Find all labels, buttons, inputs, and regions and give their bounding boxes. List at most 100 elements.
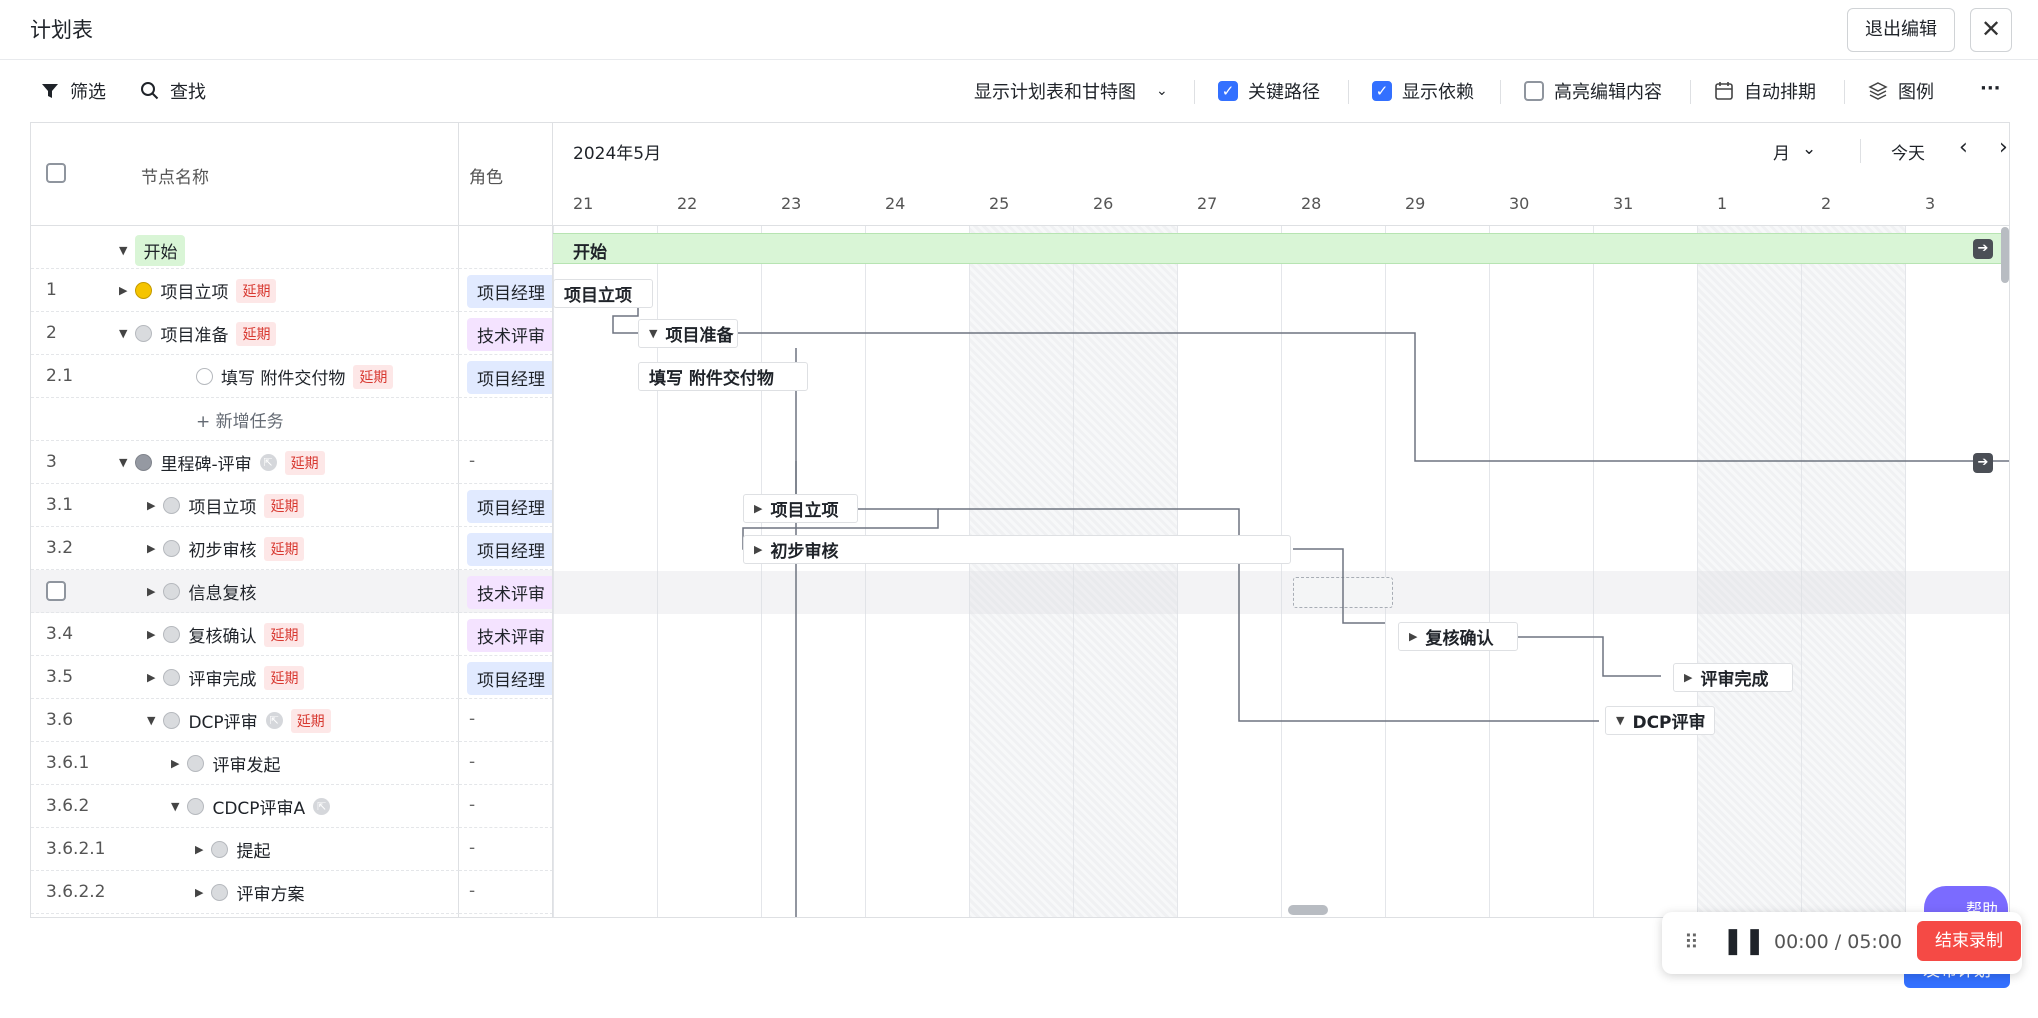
node-name[interactable]: 评审完成 (188, 665, 256, 690)
caret-right-icon[interactable]: ▶ (147, 585, 155, 598)
role-cell[interactable]: - (459, 699, 552, 742)
caret-right-icon[interactable]: ▶ (754, 502, 762, 515)
add-task-button[interactable]: + 新增任务 (196, 407, 284, 432)
gantt-bar-recheck-confirm[interactable]: ▶ 复核确认 (1398, 622, 1518, 651)
gantt-bar-fill-attachment[interactable]: 填写 附件交付物 (638, 362, 808, 391)
caret-right-icon[interactable]: ▶ (147, 628, 155, 641)
table-row[interactable]: 3.6.1 ▶ 评审发起 (31, 742, 459, 785)
end-recording-button[interactable]: 结束录制 (1917, 921, 2021, 961)
role-cell[interactable]: - (459, 785, 552, 828)
find-button[interactable]: 查找 (140, 78, 206, 104)
node-name[interactable]: 里程碑-评审 (160, 450, 251, 475)
role-cell[interactable] (459, 226, 552, 269)
caret-right-icon[interactable]: ▶ (171, 757, 179, 770)
role-cell[interactable]: 技术评审 (459, 613, 552, 656)
table-row[interactable]: 3.6.2.1 ▶ 提起 (31, 828, 459, 871)
node-name[interactable]: 提起 (236, 837, 270, 862)
critical-path-check[interactable]: ✓ (1218, 81, 1238, 101)
caret-down-icon[interactable]: ▼ (147, 714, 155, 727)
caret-down-icon[interactable]: ▼ (171, 800, 179, 813)
legend-button[interactable]: 图例 (1868, 78, 1934, 104)
role-cell[interactable]: 技术评审 (459, 312, 552, 355)
caret-down-icon[interactable]: ▼ (119, 244, 127, 257)
node-name[interactable]: 项目准备 (160, 321, 228, 346)
drag-handle-icon[interactable]: ⠿ (1684, 930, 1699, 954)
vertical-scrollbar[interactable] (2001, 227, 2009, 283)
node-name[interactable]: CDCP评审A (212, 794, 305, 819)
table-row[interactable]: 2 ▼ 项目准备 延期 (31, 312, 459, 355)
role-cell[interactable]: 技术评审 (459, 570, 552, 613)
node-name[interactable]: 初步审核 (188, 536, 256, 561)
role-cell[interactable]: 项目经理 (459, 527, 552, 570)
node-name[interactable]: 评审方案 (236, 880, 304, 905)
role-cell[interactable]: - (459, 828, 552, 871)
table-row[interactable]: 3.6 ▼ DCP评审 ⇱ 延期 (31, 699, 459, 742)
caret-right-icon[interactable]: ▶ (147, 499, 155, 512)
caret-right-icon[interactable]: ▶ (754, 543, 762, 556)
gantt-bar-project-init[interactable]: 项目立项 (553, 279, 653, 308)
gantt-bar-preliminary-review[interactable]: ▶ 初步审核 (743, 535, 1291, 564)
table-row[interactable]: 3.2 ▶ 初步审核 延期 (31, 527, 459, 570)
exit-edit-button[interactable]: 退出编辑 (1847, 8, 1955, 52)
more-button[interactable]: ··· (1980, 78, 2001, 99)
node-name[interactable]: 项目立项 (188, 493, 256, 518)
arrow-right-icon[interactable]: ➔ (1973, 453, 1993, 473)
node-name[interactable]: 填写 附件交付物 (221, 364, 345, 389)
filter-button[interactable]: 筛选 (40, 78, 106, 104)
show-deps-checkbox[interactable]: ✓ 显示依赖 (1372, 78, 1474, 104)
role-cell[interactable]: - (459, 871, 552, 914)
role-cell[interactable]: - (459, 742, 552, 785)
table-row[interactable]: 3.5 ▶ 评审完成 延期 (31, 656, 459, 699)
caret-down-icon[interactable]: ▼ (119, 456, 127, 469)
table-row[interactable]: 3.6.2 ▼ CDCP评审A ⇱ (31, 785, 459, 828)
node-name[interactable]: 评审发起 (212, 751, 280, 776)
caret-down-icon[interactable]: ▼ (649, 327, 657, 340)
close-icon[interactable]: ✕ (1970, 8, 2012, 52)
gantt-bar-review-init[interactable]: ▶ 项目立项 (743, 494, 858, 523)
table-row[interactable]: 3.4 ▶ 复核确认 延期 (31, 613, 459, 656)
role-cell[interactable] (459, 398, 552, 441)
auto-schedule-button[interactable]: 自动排期 (1714, 78, 1816, 104)
role-cell[interactable]: 项目经理 (459, 355, 552, 398)
share-icon[interactable]: ⇱ (259, 454, 277, 471)
caret-right-icon[interactable]: ▶ (1409, 630, 1417, 643)
caret-right-icon[interactable]: ▶ (119, 284, 127, 297)
caret-right-icon[interactable]: ▶ (195, 843, 203, 856)
gantt-bar-review-done[interactable]: ▶ 评审完成 (1673, 663, 1793, 692)
node-name[interactable]: 复核确认 (188, 622, 256, 647)
caret-down-icon[interactable]: ▼ (119, 327, 127, 340)
share-icon[interactable]: ⇱ (265, 712, 283, 729)
table-row[interactable]: ▶ 信息复核 (31, 570, 459, 613)
node-name[interactable]: DCP评审 (188, 708, 257, 733)
show-deps-check[interactable]: ✓ (1372, 81, 1392, 101)
critical-path-checkbox[interactable]: ✓ 关键路径 (1218, 78, 1320, 104)
horizontal-scrollbar[interactable] (1288, 905, 1328, 915)
role-cell[interactable]: 项目经理 (459, 484, 552, 527)
gantt-bar-dcp-review[interactable]: ▼ DCP评审 (1605, 706, 1715, 735)
select-all-checkbox[interactable] (46, 163, 66, 183)
table-row[interactable]: 3.1 ▶ 项目立项 延期 (31, 484, 459, 527)
role-cell[interactable]: 项目经理 (459, 656, 552, 699)
node-name[interactable]: 项目立项 (160, 278, 228, 303)
caret-down-icon[interactable]: ▼ (1616, 714, 1624, 727)
table-row[interactable]: 2.1 填写 附件交付物 延期 (31, 355, 459, 398)
table-row[interactable]: 1 ▶ 项目立项 延期 (31, 269, 459, 312)
row-checkbox[interactable] (46, 581, 66, 601)
role-cell[interactable]: 项目经理 (459, 269, 552, 312)
role-cell[interactable]: - (459, 441, 552, 484)
table-row[interactable]: + 新增任务 (31, 398, 459, 441)
table-row[interactable]: 3.6.2.2 ▶ 评审方案 (31, 871, 459, 914)
pause-icon[interactable]: ❚❚ (1722, 926, 1766, 956)
gantt-bar-project-prep[interactable]: ▼ 项目准备 (638, 319, 738, 348)
table-row[interactable]: ▼ 开始 (31, 226, 459, 269)
caret-right-icon[interactable]: ▶ (147, 542, 155, 555)
table-row[interactable]: 3 ▼ 里程碑-评审 ⇱ 延期 (31, 441, 459, 484)
caret-right-icon[interactable]: ▶ (195, 886, 203, 899)
view-select[interactable]: 显示计划表和甘特图 ⌄ (974, 78, 1168, 104)
caret-right-icon[interactable]: ▶ (147, 671, 155, 684)
share-icon[interactable]: ⇱ (313, 798, 331, 815)
highlight-edit-checkbox[interactable]: 高亮编辑内容 (1524, 78, 1662, 104)
highlight-edit-check[interactable] (1524, 81, 1544, 101)
node-name[interactable]: 信息复核 (188, 579, 256, 604)
caret-right-icon[interactable]: ▶ (1684, 671, 1692, 684)
